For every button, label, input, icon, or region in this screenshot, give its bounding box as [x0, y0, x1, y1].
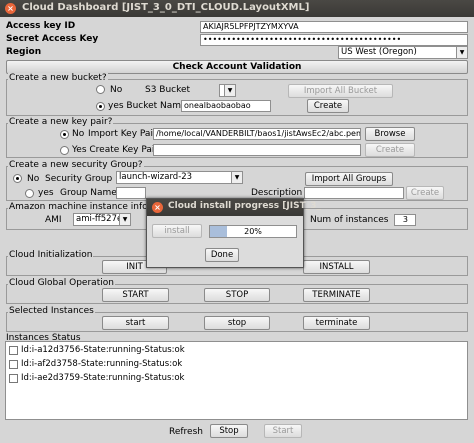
security-yes-radio[interactable]	[25, 189, 34, 198]
keypair-no-radio[interactable]	[60, 130, 69, 139]
security-create-button[interactable]: Create	[406, 186, 444, 200]
chevron-down-icon: ▼	[231, 172, 242, 183]
selected-stop-button[interactable]: stop	[204, 316, 270, 330]
s3-bucket-label: S3 Bucket	[145, 85, 191, 95]
global-stop-button[interactable]: STOP	[204, 288, 270, 302]
instance-checkbox[interactable]	[9, 346, 18, 355]
description-label: Description	[251, 188, 303, 198]
instance-checkbox[interactable]	[9, 374, 18, 383]
region-value: US West (Oregon)	[341, 47, 417, 57]
secret-key-input[interactable]: ••••••••••••••••••••••••••••••••••••••••…	[200, 34, 468, 46]
group-name-label: Group Name	[60, 188, 117, 198]
list-item: Id:i-af2d3758-State:running-Status:ok	[21, 359, 183, 369]
check-account-button[interactable]: Check Account Validation	[6, 60, 468, 74]
group-name-input[interactable]	[116, 187, 146, 199]
import-all-bucket-button[interactable]: Import All Bucket	[288, 84, 393, 98]
security-group-label: Security Group	[45, 174, 113, 184]
ami-group-title: Amazon machine instance info	[8, 202, 149, 212]
instances-status-list: Id:i-a12d3756-State:running-Status:ok Id…	[5, 341, 468, 420]
window-close-button[interactable]: ×	[5, 3, 16, 14]
bucket-group-title: Create a new bucket?	[8, 73, 108, 83]
bucket-yes-label: yes Bucket Name	[108, 101, 187, 111]
instance-checkbox[interactable]	[9, 360, 18, 369]
global-start-button[interactable]: START	[102, 288, 169, 302]
security-yes-label: yes	[38, 188, 54, 198]
bucket-no-label: No	[110, 85, 123, 95]
dialog-done-button[interactable]: Done	[205, 248, 239, 262]
install-progress-dialog: × Cloud install progress [JIST_3_ instal…	[146, 198, 321, 268]
num-instances-label: Num of instances	[310, 215, 389, 225]
progress-text: 20%	[244, 227, 262, 236]
security-group-select[interactable]: launch-wizard-23 ▼	[116, 171, 243, 184]
global-op-title: Cloud Global Operation	[8, 278, 115, 288]
list-item: Id:i-a12d3756-State:running-Status:ok	[21, 345, 185, 355]
refresh-label: Refresh	[169, 427, 203, 437]
security-no-label: No	[27, 174, 40, 184]
dialog-install-button[interactable]: install	[152, 224, 202, 238]
global-terminate-button[interactable]: TERMINATE	[303, 288, 370, 302]
install-progress-bar: 20%	[209, 225, 297, 238]
security-group-value: launch-wizard-23	[119, 172, 193, 182]
security-group-title: Create a new security Group?	[8, 160, 144, 170]
refresh-stop-button[interactable]: Stop	[210, 424, 248, 438]
region-label: Region	[6, 47, 42, 57]
selected-terminate-button[interactable]: terminate	[303, 316, 370, 330]
key-path-input[interactable]: /home/local/VANDERBILT/baos1/jistAwsEc2/…	[153, 128, 361, 140]
import-all-groups-button[interactable]: Import All Groups	[305, 172, 393, 186]
refresh-start-button[interactable]: Start	[264, 424, 302, 438]
selected-group-title: Selected Instances	[8, 306, 95, 316]
window-titlebar: × Cloud Dashboard [JIST_3_0_DTI_CLOUD.La…	[0, 0, 474, 17]
init-group-title: Cloud Initialization	[8, 250, 94, 260]
secret-key-label: Secret Access Key	[6, 34, 99, 44]
bucket-no-radio[interactable]	[96, 85, 105, 94]
import-key-pair-label: Import Key Pair	[88, 129, 157, 139]
access-key-input[interactable]: AKIAJR5LPFPJTZYMXYVA	[200, 21, 468, 33]
bucket-create-button[interactable]: Create	[307, 99, 349, 113]
description-input[interactable]	[304, 187, 404, 199]
dialog-title: Cloud install progress [JIST_3_	[168, 201, 321, 211]
ami-label: AMI	[45, 215, 62, 225]
dialog-close-button[interactable]: ×	[152, 202, 163, 213]
num-instances-spinner[interactable]: 3	[394, 214, 416, 226]
browse-button[interactable]: Browse	[365, 127, 415, 141]
install-button[interactable]: INSTALL	[303, 260, 370, 274]
selected-start-button[interactable]: start	[102, 316, 169, 330]
window-title: Cloud Dashboard [JIST_3_0_DTI_CLOUD.Layo…	[22, 2, 310, 13]
dialog-titlebar: × Cloud install progress [JIST_3_	[147, 199, 321, 216]
bucket-yes-radio[interactable]	[96, 102, 105, 111]
keypair-yes-label: Yes Create Key Pair	[72, 145, 159, 155]
chevron-down-icon: ▼	[224, 85, 235, 96]
keypair-create-button[interactable]: Create	[365, 143, 415, 157]
s3-bucket-select[interactable]: ▼	[219, 84, 236, 97]
ami-select[interactable]: ami-ff527ecf ▼	[73, 213, 131, 226]
chevron-down-icon: ▼	[119, 214, 130, 225]
access-key-label: Access key ID	[6, 21, 76, 31]
region-select[interactable]: US West (Oregon) ▼	[338, 46, 468, 59]
security-no-radio[interactable]	[13, 174, 22, 183]
keypair-yes-radio[interactable]	[60, 146, 69, 155]
keypair-group-title: Create a new key pair?	[8, 117, 114, 127]
chevron-down-icon: ▼	[456, 47, 467, 58]
new-key-pair-input[interactable]	[153, 144, 361, 156]
bucket-name-input[interactable]: onealbaobaobao	[181, 100, 271, 112]
list-item: Id:i-ae2d3759-State:running-Status:ok	[21, 373, 185, 383]
keypair-no-label: No	[72, 129, 85, 139]
